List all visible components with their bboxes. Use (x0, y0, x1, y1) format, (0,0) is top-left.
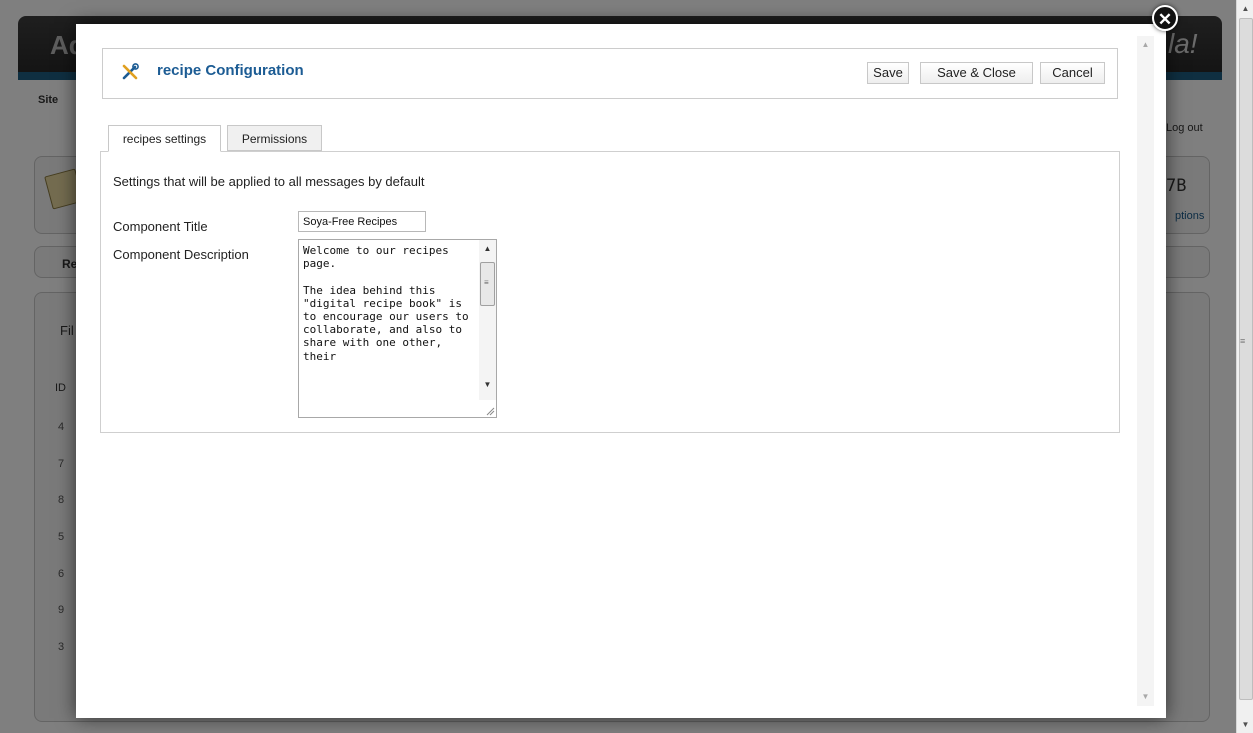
component-title-label: Component Title (113, 219, 208, 234)
window-scroll-thumb[interactable] (1239, 18, 1253, 700)
tab-permissions[interactable]: Permissions (227, 125, 322, 151)
textarea-scrollbar[interactable]: ▲ ≡ ▼ (479, 240, 496, 400)
save-button[interactable]: Save (867, 62, 909, 84)
textarea-scroll-down-icon[interactable]: ▼ (479, 380, 496, 389)
wrench-screwdriver-icon (122, 63, 139, 80)
textarea-scroll-up-icon[interactable]: ▲ (479, 244, 496, 253)
save-close-button[interactable]: Save & Close (920, 62, 1033, 84)
scroll-grip-icon: ≡ (1240, 336, 1246, 346)
tab-recipes-settings[interactable]: recipes settings (108, 125, 221, 152)
modal-scroll-down-icon[interactable]: ▼ (1137, 692, 1154, 701)
settings-description: Settings that will be applied to all mes… (113, 174, 425, 189)
modal-scrollbar[interactable]: ▲ ▼ (1137, 36, 1154, 706)
modal-scroll-up-icon[interactable]: ▲ (1137, 40, 1154, 49)
scroll-up-arrow-icon[interactable]: ▲ (1237, 4, 1253, 13)
close-icon: ✕ (1157, 10, 1173, 29)
component-description-text: Welcome to our recipes page. The idea be… (303, 244, 469, 363)
textarea-scroll-grip-icon: ≡ (484, 278, 489, 287)
component-description-label: Component Description (113, 247, 249, 262)
page-title: recipe Configuration (157, 62, 304, 79)
component-title-input[interactable] (298, 211, 426, 232)
cancel-button[interactable]: Cancel (1040, 62, 1105, 84)
resize-handle-icon[interactable] (485, 406, 495, 416)
settings-panel (100, 151, 1120, 433)
component-description-textarea[interactable]: Welcome to our recipes page. The idea be… (298, 239, 497, 418)
close-modal-button[interactable]: ✕ (1152, 5, 1178, 31)
scroll-down-arrow-icon[interactable]: ▼ (1237, 720, 1253, 729)
window-scrollbar[interactable]: ▲ ≡ ▼ (1236, 0, 1253, 733)
